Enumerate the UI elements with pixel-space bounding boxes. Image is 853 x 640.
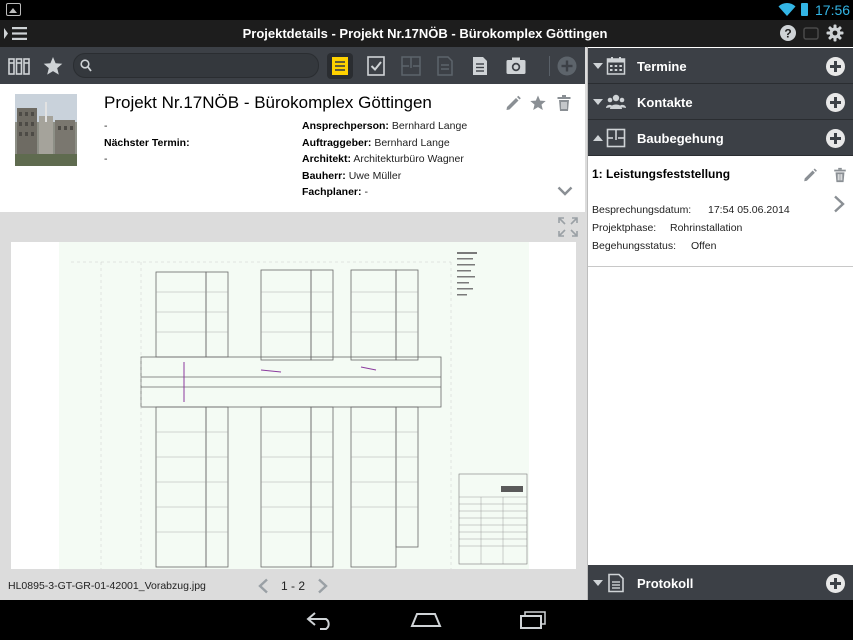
document-icon[interactable] [469,55,491,77]
settings-gear-icon[interactable] [826,24,844,42]
calendar-icon [606,57,626,75]
project-phase-value: Rohrinstallation [670,222,743,234]
plan-filename: HL0895-3-GT-GR-01-42001_Vorabzug.jpg [8,580,206,592]
overflow-icon [803,27,819,40]
search-icon [80,59,92,72]
page-indicator: 1 - 2 [281,579,306,593]
chevron-right-icon[interactable] [317,578,329,594]
menu-icon[interactable] [4,27,28,40]
field-client: Auftraggeber: Bernhard Lange [302,137,450,149]
section-label: Baubegehung [637,131,724,146]
chevron-left-icon[interactable] [257,578,269,594]
back-icon[interactable] [306,610,336,630]
project-left-value: - [104,120,108,132]
project-phase-label: Projektphase: [592,222,657,234]
action-bar: Projektdetails - Projekt Nr.17NÖB - Büro… [0,20,853,47]
inspection-status-value: Offen [691,240,717,252]
add-baubegehung-icon[interactable] [826,129,845,148]
report-disabled-icon [437,56,453,76]
floorplan-disabled-icon [401,56,421,76]
sidebar: Termine Kontakte Baubegehung 1: Leistung… [587,47,853,600]
library-icon[interactable] [8,55,30,77]
battery-icon [801,3,808,16]
chevron-right-icon[interactable] [833,195,845,213]
floorplan-icon [606,128,626,148]
add-disabled-icon [557,56,577,76]
field-architect: Architekt: Architekturbüro Wagner [302,153,464,165]
page-title: Projektdetails - Projekt Nr.17NÖB - Büro… [242,26,608,41]
delete-trash-icon[interactable] [832,167,848,183]
section-kontakte[interactable]: Kontakte [588,84,853,120]
chevron-down-icon[interactable] [557,186,573,196]
field-owner: Bauherr: Uwe Müller [302,170,402,182]
document-icon [608,573,624,593]
project-pane: Projekt Nr.17NÖB - Bürokomplex Göttingen… [0,47,585,600]
next-date-label: Nächster Termin: [104,137,190,149]
toolbar-divider [549,56,550,76]
wifi-icon [778,2,796,16]
plan-viewer: HL0895-3-GT-GR-01-42001_Vorabzug.jpg 1 -… [0,212,585,600]
fullscreen-expand-icon[interactable] [558,217,578,237]
list-document-icon [332,57,348,75]
project-title: Projekt Nr.17NÖB - Bürokomplex Göttingen [104,93,432,112]
project-details-card: Projekt Nr.17NÖB - Bürokomplex Göttingen… [0,84,585,212]
contacts-icon [606,94,626,109]
system-navigation-bar [0,600,853,640]
page-navigator: 1 - 2 [255,576,335,596]
baubegehung-title: 1: Leistungsfeststellung [592,167,731,181]
camera-icon[interactable] [505,55,527,77]
delete-trash-icon[interactable] [555,94,573,112]
search-input[interactable] [94,57,304,74]
section-label: Kontakte [637,95,693,110]
home-icon[interactable] [410,610,442,630]
meeting-date-label: Besprechungsdatum: [592,204,692,216]
app-window: 17:56 Projektdetails - Projekt Nr.17NÖB … [0,0,853,640]
collapse-triangle-icon [593,99,603,105]
floor-plan-image[interactable] [11,242,576,569]
add-termin-icon[interactable] [826,57,845,76]
section-termine[interactable]: Termine [588,48,853,84]
expand-triangle-icon [593,135,603,141]
collapse-triangle-icon [593,580,603,586]
collapse-triangle-icon [593,63,603,69]
field-contact-person: Ansprechperson: Bernhard Lange [302,120,468,132]
svg-text:?: ? [784,27,791,41]
status-clock: 17:56 [815,2,851,18]
checklist-icon[interactable] [365,55,387,77]
field-specialist-planner: Fachplaner: - [302,186,368,198]
project-toolbar [0,47,585,84]
section-label: Termine [637,59,687,74]
section-protokoll[interactable]: Protokoll [588,565,853,600]
edit-pencil-icon[interactable] [504,94,522,112]
status-bar: 17:56 [0,0,853,20]
add-protokoll-icon[interactable] [826,574,845,593]
baubegehung-item[interactable]: 1: Leistungsfeststellung Besprechungsdat… [588,157,853,267]
edit-pencil-icon[interactable] [802,167,818,183]
section-baubegehung[interactable]: Baubegehung [588,120,853,156]
meeting-date-value: 17:54 05.06.2014 [708,204,790,216]
recent-apps-icon[interactable] [518,610,548,630]
project-thumbnail[interactable] [15,94,77,166]
inspection-status-label: Begehungsstatus: [592,240,677,252]
add-kontakt-icon[interactable] [826,93,845,112]
favorite-star-icon[interactable] [42,55,64,77]
help-icon[interactable]: ? [779,24,797,42]
section-label: Protokoll [637,576,694,591]
next-date-value: - [104,153,108,165]
search-box[interactable] [73,53,319,78]
favorite-star-icon[interactable] [529,94,547,112]
picture-notification-icon [6,3,21,16]
list-view-toggle[interactable] [327,53,353,79]
